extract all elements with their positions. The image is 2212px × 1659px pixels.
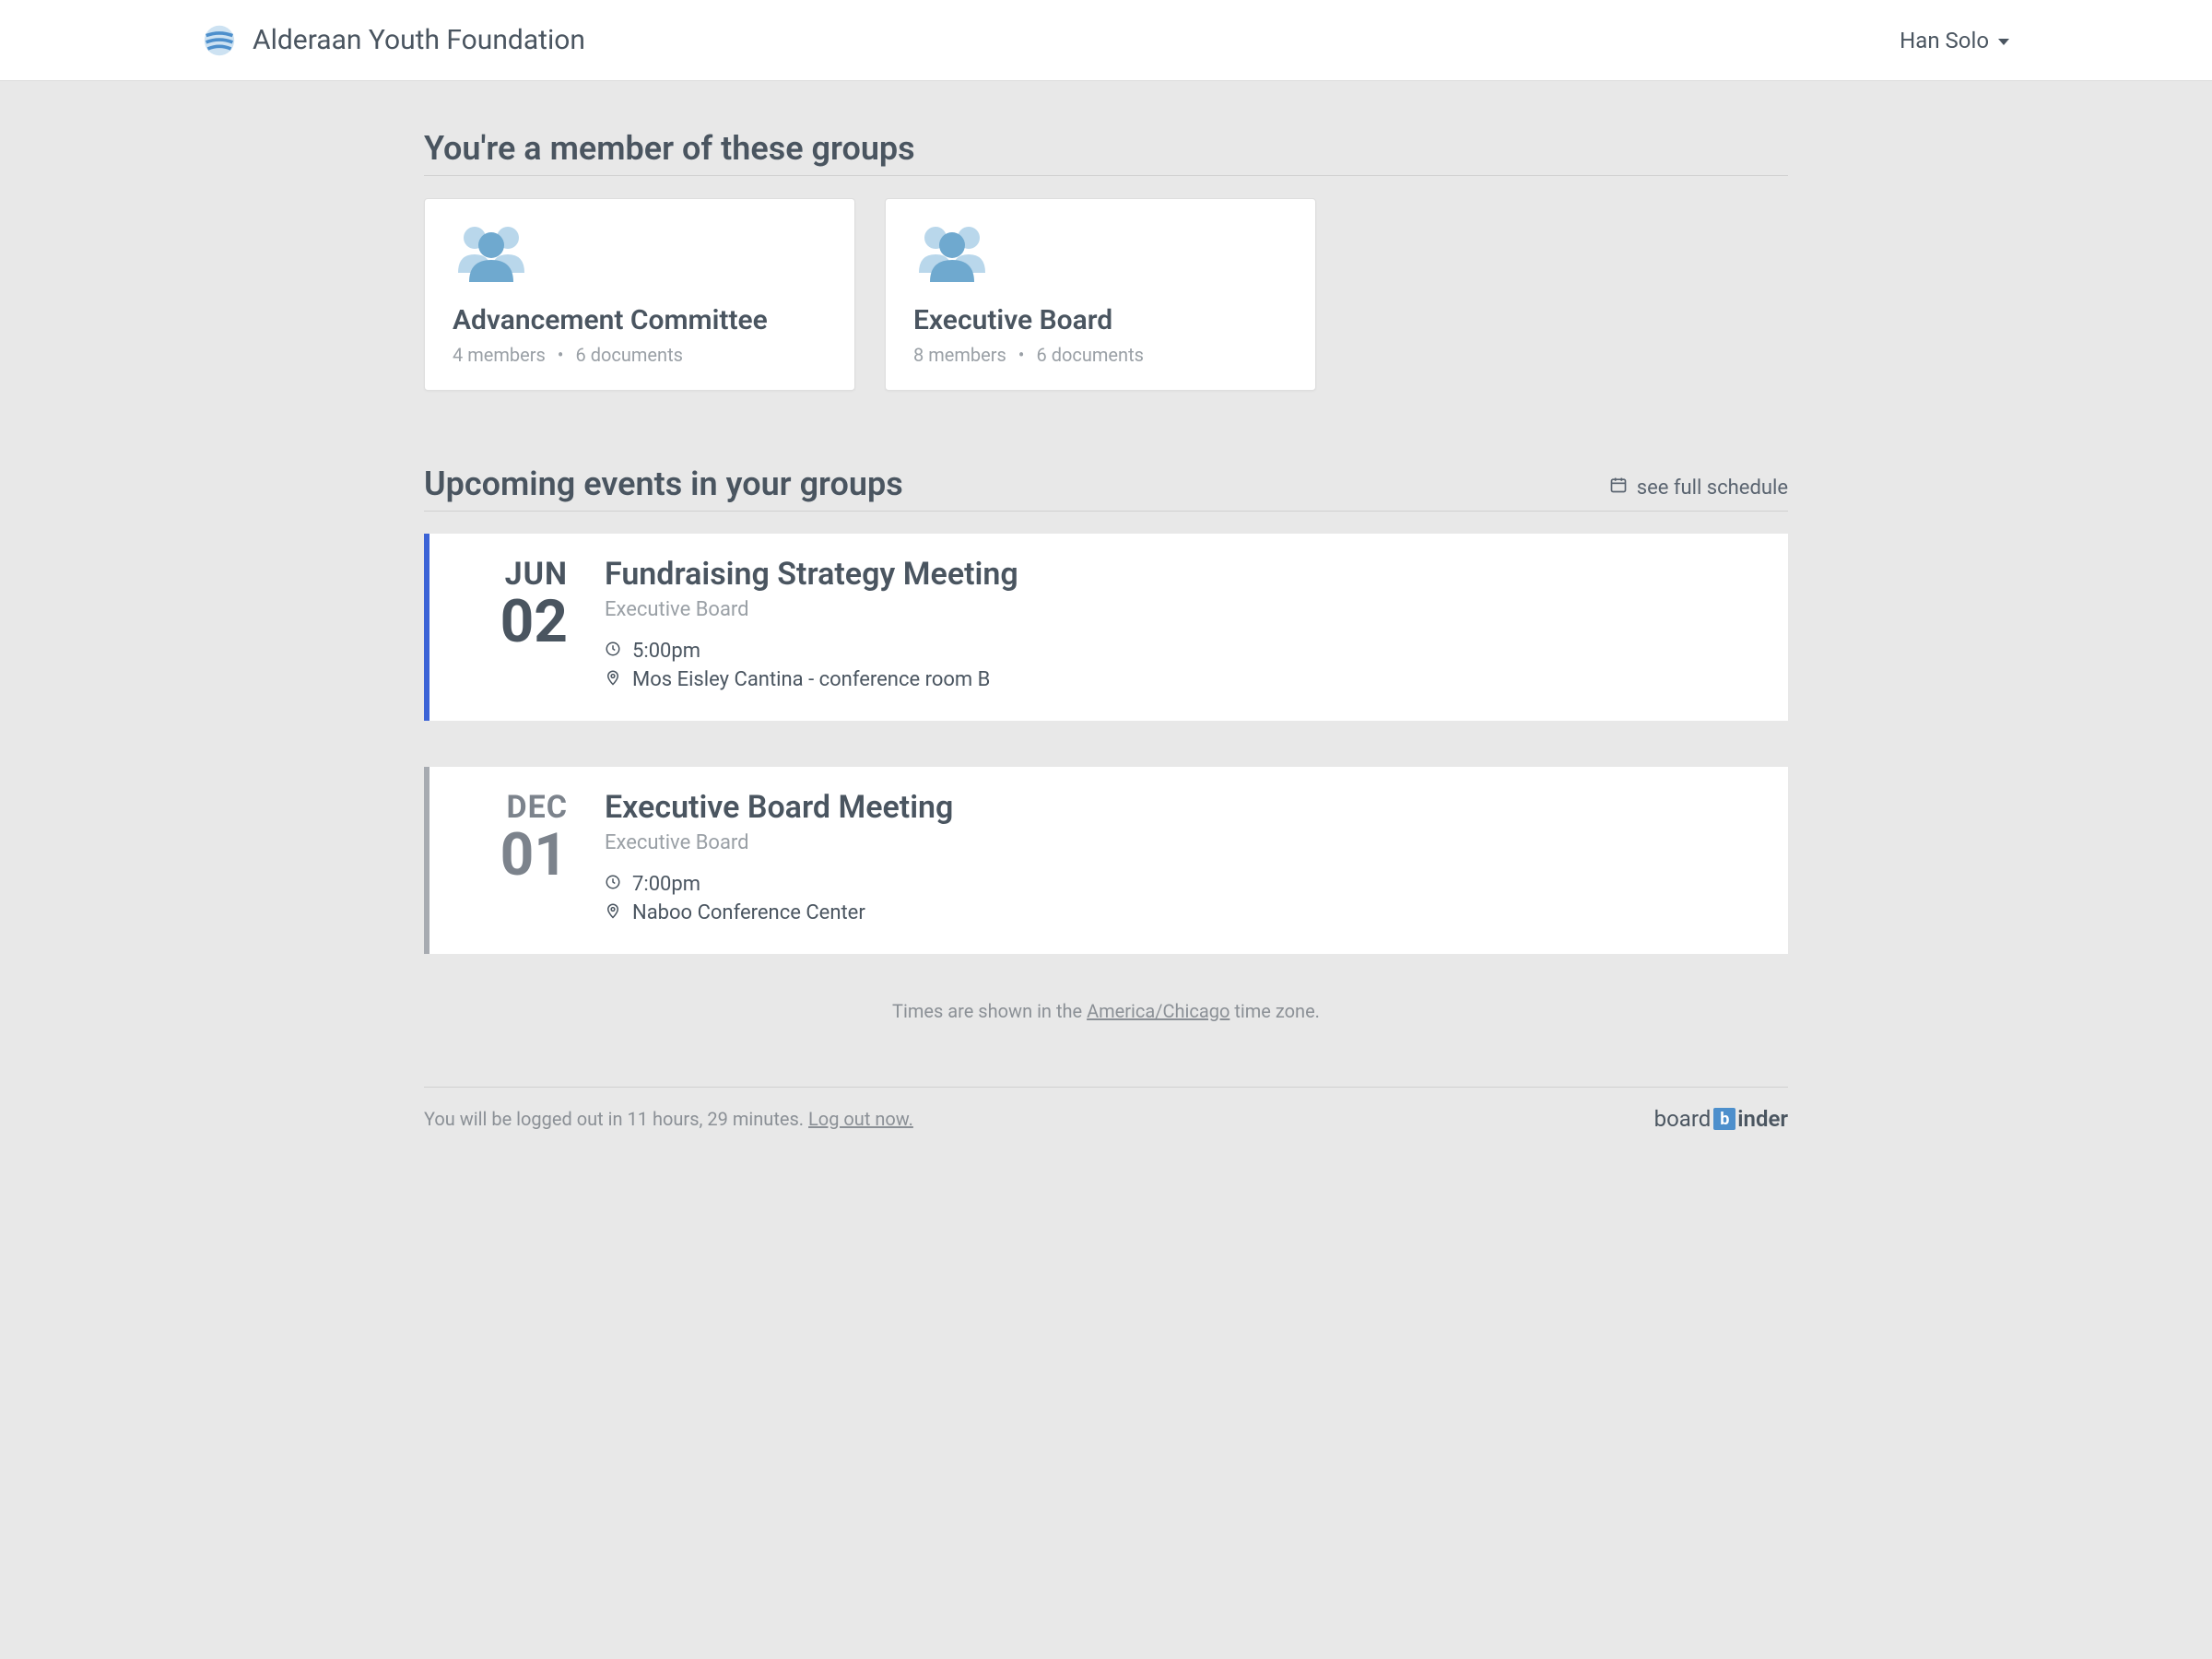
see-full-schedule-label: see full schedule <box>1637 477 1788 500</box>
calendar-icon <box>1609 476 1628 500</box>
event-group: Executive Board <box>605 598 1760 621</box>
events-heading: Upcoming events in your groups <box>424 465 903 503</box>
brand-text-2: inder <box>1737 1106 1788 1132</box>
timezone-note: Times are shown in the America/Chicago t… <box>424 1000 1788 1022</box>
top-bar: Alderaan Youth Foundation Han Solo <box>0 0 2212 81</box>
group-members-count: 8 members <box>913 344 1006 366</box>
brand[interactable]: Alderaan Youth Foundation <box>203 24 585 57</box>
groups-list: Advancement Committee 4 members • 6 docu… <box>424 198 1788 391</box>
event-location: Mos Eisley Cantina - conference room B <box>632 668 990 691</box>
event-location-row: Naboo Conference Center <box>605 901 1760 924</box>
meta-separator: • <box>558 344 564 366</box>
event-card[interactable]: JUN 02 Fundraising Strategy Meeting Exec… <box>424 534 1788 721</box>
event-day: 01 <box>457 826 568 885</box>
group-documents-count: 6 documents <box>1037 344 1144 366</box>
event-date: JUN 02 <box>457 550 568 697</box>
event-time-row: 5:00pm <box>605 640 1760 663</box>
chevron-down-icon <box>1998 39 2009 45</box>
event-time: 5:00pm <box>632 640 700 663</box>
globe-logo-icon <box>203 24 236 57</box>
group-name: Executive Board <box>913 304 1288 336</box>
group-members-icon <box>913 221 1288 288</box>
event-body: Fundraising Strategy Meeting Executive B… <box>605 550 1760 697</box>
org-name: Alderaan Youth Foundation <box>253 24 585 56</box>
user-name: Han Solo <box>1900 28 1989 53</box>
event-location-row: Mos Eisley Cantina - conference room B <box>605 668 1760 691</box>
logout-timer-text: You will be logged out in 11 hours, 29 m… <box>424 1108 808 1130</box>
timezone-link[interactable]: America/Chicago <box>1087 1000 1230 1022</box>
group-members-icon <box>453 221 827 288</box>
event-body: Executive Board Meeting Executive Board … <box>605 783 1760 930</box>
meta-separator: • <box>1018 344 1025 366</box>
clock-icon <box>605 873 621 896</box>
group-meta: 8 members • 6 documents <box>913 344 1288 366</box>
tz-prefix: Times are shown in the <box>892 1000 1087 1022</box>
location-pin-icon <box>605 901 621 924</box>
main-content: You're a member of these groups <box>424 81 1788 1132</box>
event-card[interactable]: DEC 01 Executive Board Meeting Executive… <box>424 767 1788 954</box>
event-title: Fundraising Strategy Meeting <box>605 556 1760 593</box>
see-full-schedule-link[interactable]: see full schedule <box>1609 476 1788 503</box>
group-meta: 4 members • 6 documents <box>453 344 827 366</box>
group-card[interactable]: Executive Board 8 members • 6 documents <box>885 198 1316 391</box>
event-day: 02 <box>457 593 568 652</box>
event-time-row: 7:00pm <box>605 873 1760 896</box>
event-time: 7:00pm <box>632 873 700 896</box>
footer: You will be logged out in 11 hours, 29 m… <box>424 1087 1788 1132</box>
session-message: You will be logged out in 11 hours, 29 m… <box>424 1108 913 1130</box>
user-menu[interactable]: Han Solo <box>1900 28 2009 53</box>
boardbinder-logo[interactable]: board b inder <box>1654 1106 1788 1132</box>
brand-tile: b <box>1713 1108 1735 1130</box>
tz-suffix: time zone. <box>1230 1000 1320 1022</box>
clock-icon <box>605 640 621 663</box>
events-heading-row: Upcoming events in your groups see full … <box>424 465 1788 512</box>
group-name: Advancement Committee <box>453 304 827 336</box>
logout-link[interactable]: Log out now. <box>808 1108 913 1130</box>
event-date: DEC 01 <box>457 783 568 930</box>
group-card[interactable]: Advancement Committee 4 members • 6 docu… <box>424 198 855 391</box>
location-pin-icon <box>605 668 621 691</box>
event-group: Executive Board <box>605 831 1760 854</box>
group-documents-count: 6 documents <box>576 344 683 366</box>
groups-heading: You're a member of these groups <box>424 129 1788 176</box>
event-title: Executive Board Meeting <box>605 789 1760 826</box>
brand-text-1: board <box>1654 1106 1712 1132</box>
group-members-count: 4 members <box>453 344 546 366</box>
event-location: Naboo Conference Center <box>632 901 865 924</box>
